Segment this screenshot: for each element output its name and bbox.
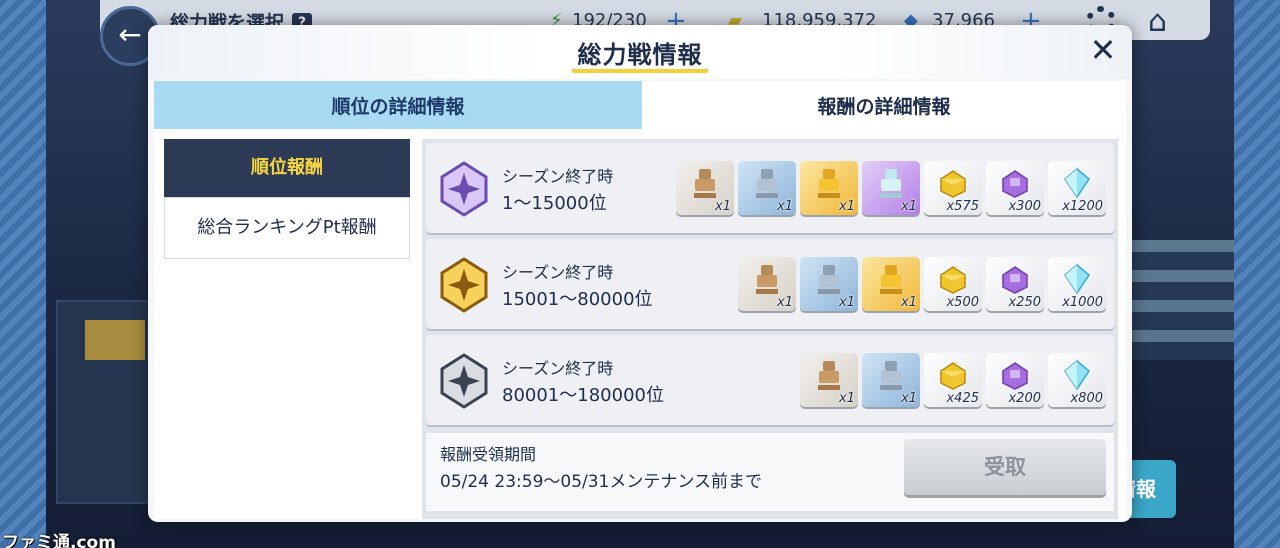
tab-rank-detail[interactable]: 順位の詳細情報 — [154, 81, 642, 129]
title-underline — [572, 69, 708, 73]
side-menu-total-ranking-reward[interactable]: 総合ランキングPt報酬 — [164, 197, 410, 259]
reward-quantity: x1 — [839, 199, 855, 214]
reward-item[interactable]: x1 — [862, 257, 920, 311]
silver-emblem-icon — [440, 353, 488, 409]
reward-item[interactable]: x425 — [924, 353, 982, 407]
gold-robot-figure-icon — [814, 167, 844, 199]
silver-robot-figure-icon — [752, 167, 782, 199]
left-border-decoration — [0, 0, 46, 548]
rank-condition: シーズン終了時 — [502, 359, 614, 378]
reward-item[interactable]: x250 — [986, 257, 1044, 311]
reward-item[interactable]: x1 — [862, 161, 920, 215]
reward-quantity: x1 — [777, 295, 793, 310]
silver-robot-figure-icon — [876, 359, 906, 391]
reward-quantity: x575 — [946, 199, 979, 214]
reward-item[interactable]: x1 — [738, 161, 796, 215]
reward-quantity: x1000 — [1062, 295, 1103, 310]
tab-bar: 順位の詳細情報 報酬の詳細情報 — [154, 81, 1126, 129]
reward-quantity: x1 — [901, 295, 917, 310]
reward-quantity: x500 — [946, 295, 979, 310]
reward-item[interactable]: x575 — [924, 161, 982, 215]
claim-period-panel: 報酬受領期間 05/24 23:59〜05/31メンテナンス前まで 受取 — [426, 433, 1114, 511]
blue-crystal-icon — [1062, 167, 1092, 199]
reward-content: 順位報酬 総合ランキングPt報酬 シーズン終了時 1〜15000位 x1 x1 x1 x1… — [154, 129, 1126, 519]
reward-item[interactable]: x1000 — [1048, 257, 1106, 311]
rank-range: 15001〜80000位 — [502, 289, 653, 310]
claim-button[interactable]: 受取 — [904, 439, 1106, 495]
reward-items: x1 x1 x1 x500 x250 x1000 — [738, 257, 1106, 311]
reward-quantity: x250 — [1008, 295, 1041, 310]
claim-period-label: 報酬受領期間 — [440, 445, 537, 464]
rank-reward-list: シーズン終了時 1〜15000位 x1 x1 x1 x1 x575 x300 x1200 シーズ… — [422, 139, 1118, 519]
reward-item[interactable]: x200 — [986, 353, 1044, 407]
bronze-robot-figure-icon — [690, 167, 720, 199]
gold-ingot-icon — [938, 359, 968, 391]
reward-item[interactable]: x1 — [676, 161, 734, 215]
rank-range: 80001〜180000位 — [502, 385, 664, 406]
reward-items: x1 x1 x425 x200 x800 — [800, 353, 1106, 407]
right-border-decoration — [1234, 0, 1280, 548]
watermark: ファミ通.com — [2, 533, 116, 548]
arrow-left-icon: ← — [118, 18, 142, 51]
reward-items: x1 x1 x1 x1 x575 x300 x1200 — [676, 161, 1106, 215]
gold-robot-figure-icon — [876, 263, 906, 295]
rank-range: 1〜15000位 — [502, 193, 607, 214]
reward-quantity: x300 — [1008, 199, 1041, 214]
modal-title: 総力戦情報 — [577, 41, 703, 69]
purple-chip-icon — [1000, 263, 1030, 295]
reward-item[interactable]: x800 — [1048, 353, 1106, 407]
blue-crystal-icon — [1062, 359, 1092, 391]
home-icon[interactable]: ⌂ — [1148, 4, 1167, 39]
purple-emblem-icon — [440, 161, 488, 217]
reward-quantity: x1 — [901, 391, 917, 406]
rank-condition: シーズン終了時 — [502, 263, 614, 282]
close-button[interactable]: ✕ — [1088, 34, 1118, 66]
reward-quantity: x1 — [839, 391, 855, 406]
rank-row: シーズン終了時 80001〜180000位 x1 x1 x425 x200 x800 — [426, 335, 1114, 425]
purple-chip-icon — [1000, 167, 1030, 199]
claim-period-value: 05/24 23:59〜05/31メンテナンス前まで — [440, 472, 763, 492]
reward-quantity: x1200 — [1062, 199, 1103, 214]
reward-item[interactable]: x1 — [862, 353, 920, 407]
reward-quantity: x800 — [1070, 391, 1103, 406]
battle-info-modal: 総力戦情報 ✕ 順位の詳細情報 報酬の詳細情報 順位報酬 総合ランキングPt報酬… — [148, 25, 1132, 522]
reward-item[interactable]: x1 — [738, 257, 796, 311]
reward-item[interactable]: x300 — [986, 161, 1044, 215]
reward-item[interactable]: x1200 — [1048, 161, 1106, 215]
reward-quantity: x1 — [777, 199, 793, 214]
gold-emblem-icon — [440, 257, 488, 313]
reward-item[interactable]: x1 — [800, 161, 858, 215]
gold-ingot-icon — [938, 263, 968, 295]
reward-quantity: x1 — [901, 199, 917, 214]
reward-quantity: x200 — [1008, 391, 1041, 406]
bronze-robot-figure-icon — [814, 359, 844, 391]
reward-item[interactable]: x1 — [800, 257, 858, 311]
background-screen — [85, 320, 145, 360]
reward-quantity: x425 — [946, 391, 979, 406]
rank-row: シーズン終了時 1〜15000位 x1 x1 x1 x1 x575 x300 x1200 — [426, 143, 1114, 233]
tab-reward-detail[interactable]: 報酬の詳細情報 — [642, 81, 1126, 129]
close-icon: ✕ — [1089, 31, 1117, 69]
blue-crystal-icon — [1062, 263, 1092, 295]
purple-chip-icon — [1000, 359, 1030, 391]
reward-item[interactable]: x1 — [800, 353, 858, 407]
reward-quantity: x1 — [715, 199, 731, 214]
reward-item[interactable]: x500 — [924, 257, 982, 311]
bronze-robot-figure-icon — [752, 263, 782, 295]
reward-quantity: x1 — [839, 295, 855, 310]
silver-robot-figure-icon — [814, 263, 844, 295]
rainbow-robot-figure-icon — [876, 167, 906, 199]
rank-condition: シーズン終了時 — [502, 167, 614, 186]
gold-ingot-icon — [938, 167, 968, 199]
rank-row: シーズン終了時 15001〜80000位 x1 x1 x1 x500 x250 x1000 — [426, 239, 1114, 329]
side-menu-rank-reward[interactable]: 順位報酬 — [164, 139, 410, 197]
modal-header: 総力戦情報 ✕ — [148, 25, 1132, 79]
background-window — [1124, 240, 1234, 360]
